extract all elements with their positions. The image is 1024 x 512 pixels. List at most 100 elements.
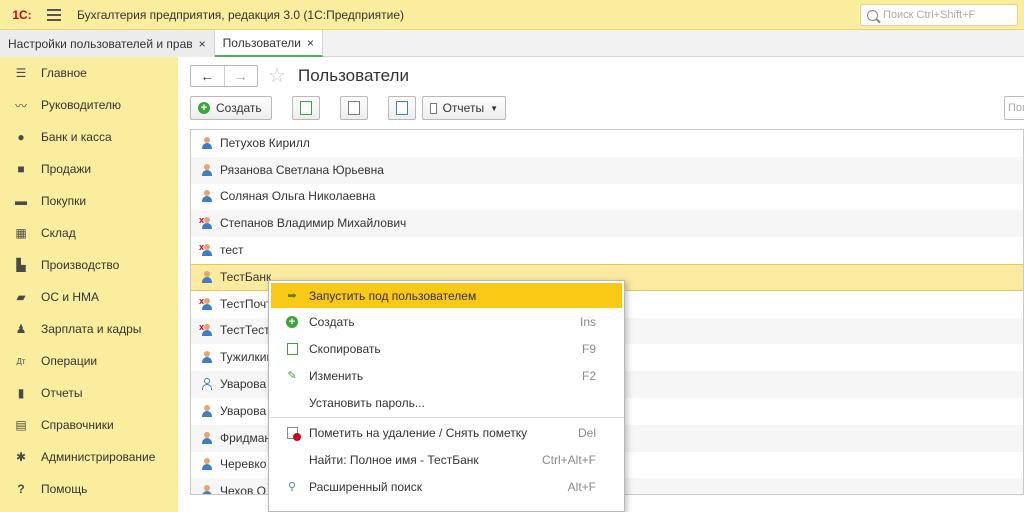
close-icon[interactable]: × [307,36,314,50]
menu-item-copy[interactable]: Скопировать F9 [269,335,624,362]
user-icon [201,485,213,494]
move-icon [396,101,408,115]
menu-item-shortcut: F9 [581,341,596,356]
menu-item-label: Скопировать [309,341,381,356]
back-button[interactable]: ← [191,66,224,86]
sidebar-item-production[interactable]: ▙ Производство [0,249,178,281]
cart-icon: ▬ [15,194,27,208]
sidebar-item-label: Помощь [41,482,88,496]
user-marked-icon: x [199,216,213,230]
question-icon: ? [17,482,25,496]
user-name: Тужилкин [220,350,274,365]
sidebar-item-label: Покупки [41,194,87,208]
sidebar-item-label: Справочники [41,418,114,432]
menu-item-shortcut: Ctrl+Alt+F [541,452,596,467]
truck-icon: ▰ [16,290,26,304]
tab-bar: Настройки пользователей и прав × Пользов… [0,30,1024,57]
user-name: Черевко [220,457,267,472]
menu-item-create[interactable]: + Создать Ins [269,308,624,335]
menu-item-label: Изменить [309,368,364,383]
sidebar: ☰ Главное 〰 Руководителю ● Банк и касса ■ Пр… [0,57,178,512]
table-row[interactable]: x тест [191,237,1023,264]
menu-item-shortcut: Ins [579,314,596,329]
user-icon [201,190,213,203]
sidebar-item-label: Производство [41,258,120,272]
reports-dropdown[interactable]: Отчеты ▼ [422,96,506,120]
copy-button[interactable] [292,96,320,120]
favorite-star-icon[interactable]: ☆ [268,63,286,88]
user-icon [201,271,213,284]
sidebar-item-warehouse[interactable]: ▦ Склад [0,217,178,249]
table-row[interactable]: x Степанов Владимир Михайлович [191,210,1023,238]
sidebar-item-label: Главное [41,66,87,80]
sidebar-item-main[interactable]: ☰ Главное [0,57,178,89]
user-icon [201,136,213,149]
menu-item-advanced-search[interactable]: ⚲ Расширенный поиск Alt+F [269,473,624,500]
search-icon: ⚲ [287,481,297,493]
menu-item-run-as-user[interactable]: ➡ Запустить под пользователем [271,283,622,308]
user-name: Фридман [220,430,272,445]
user-name: тест [220,243,244,258]
dt-kt-icon: Дт [16,356,26,366]
context-menu: ➡ Запустить под пользователем + Создать … [268,280,625,512]
table-row[interactable]: Соляная Ольга Николаевна [191,184,1023,211]
user-name: Степанов Владимир Михайлович [220,216,407,231]
sidebar-item-label: Продажи [41,162,92,176]
sidebar-item-bank[interactable]: ● Банк и касса [0,121,178,153]
sidebar-item-administration[interactable]: ✱ Администрирование [0,441,178,473]
create-button[interactable]: + Создать [190,96,272,120]
menu-item-label: Пометить на удаление / Снять пометку [309,425,528,440]
user-marked-icon: x [199,323,213,337]
user-icon [201,351,213,364]
tab-users[interactable]: Пользователи × [214,30,323,57]
coin-icon: ● [17,130,25,144]
sidebar-item-operations[interactable]: Дт Операции [0,345,178,377]
book-icon: ▤ [15,418,27,432]
global-search-input[interactable]: Поиск Ctrl+Shift+F [860,4,1018,26]
factory-icon: ▙ [16,258,26,272]
menu-item-mark-delete[interactable]: Пометить на удаление / Снять пометку Del [269,419,624,446]
sidebar-item-sales[interactable]: ■ Продажи [0,153,178,185]
comment-icon [348,101,360,115]
sidebar-item-label: Банк и касса [41,130,112,144]
sidebar-item-purchases[interactable]: ▬ Покупки [0,185,178,217]
copy-icon [300,101,312,115]
app-logo[interactable]: 1С: [9,7,35,23]
table-row[interactable]: Рязанова Светлана Юрьевна [191,156,1023,184]
user-name: ТестТест [220,323,270,338]
move-button[interactable] [388,96,416,120]
menu-icon: ☰ [15,66,27,80]
sidebar-item-label: Руководителю [41,98,122,112]
list-search-input[interactable]: Пои [1004,96,1024,120]
pencil-icon: ✎ [287,370,297,382]
sidebar-item-manager[interactable]: 〰 Руководителю [0,89,178,121]
report-icon [430,102,437,114]
sidebar-item-assets[interactable]: ▰ ОС и НМА [0,281,178,313]
sidebar-item-label: Отчеты [41,386,83,400]
bars-icon: ▮ [17,386,25,400]
menu-item-label: Установить пароль... [309,395,425,410]
forward-button[interactable]: → [223,66,258,86]
comment-button[interactable] [340,96,368,120]
gear-icon: ✱ [15,450,27,464]
menu-item-find[interactable]: Найти: Полное имя - ТестБанк Ctrl+Alt+F [269,446,624,473]
user-icon [201,404,213,417]
menu-icon[interactable] [47,8,61,21]
sidebar-item-help[interactable]: ? Помощь [0,473,178,505]
sidebar-item-reports[interactable]: ▮ Отчеты [0,377,178,409]
user-name: Чехов О [220,484,266,495]
sidebar-item-salary[interactable]: ♟ Зарплата и кадры [0,313,178,345]
user-name: Уварова [220,403,267,418]
menu-item-edit[interactable]: ✎ Изменить F2 [269,362,624,389]
sidebar-item-directories[interactable]: ▤ Справочники [0,409,178,441]
menu-item-set-password[interactable]: Установить пароль... [269,389,624,416]
user-outline-icon [201,378,213,391]
tab-user-settings[interactable]: Настройки пользователей и прав × [0,30,215,57]
sidebar-item-label: Зарплата и кадры [41,322,142,336]
arrow-run-icon: ➡ [287,290,297,302]
table-row[interactable]: Петухов Кирилл [191,130,1023,157]
delete-mark-icon [285,426,301,441]
user-icon [201,163,213,176]
copy-icon [285,342,299,356]
close-icon[interactable]: × [199,37,206,51]
